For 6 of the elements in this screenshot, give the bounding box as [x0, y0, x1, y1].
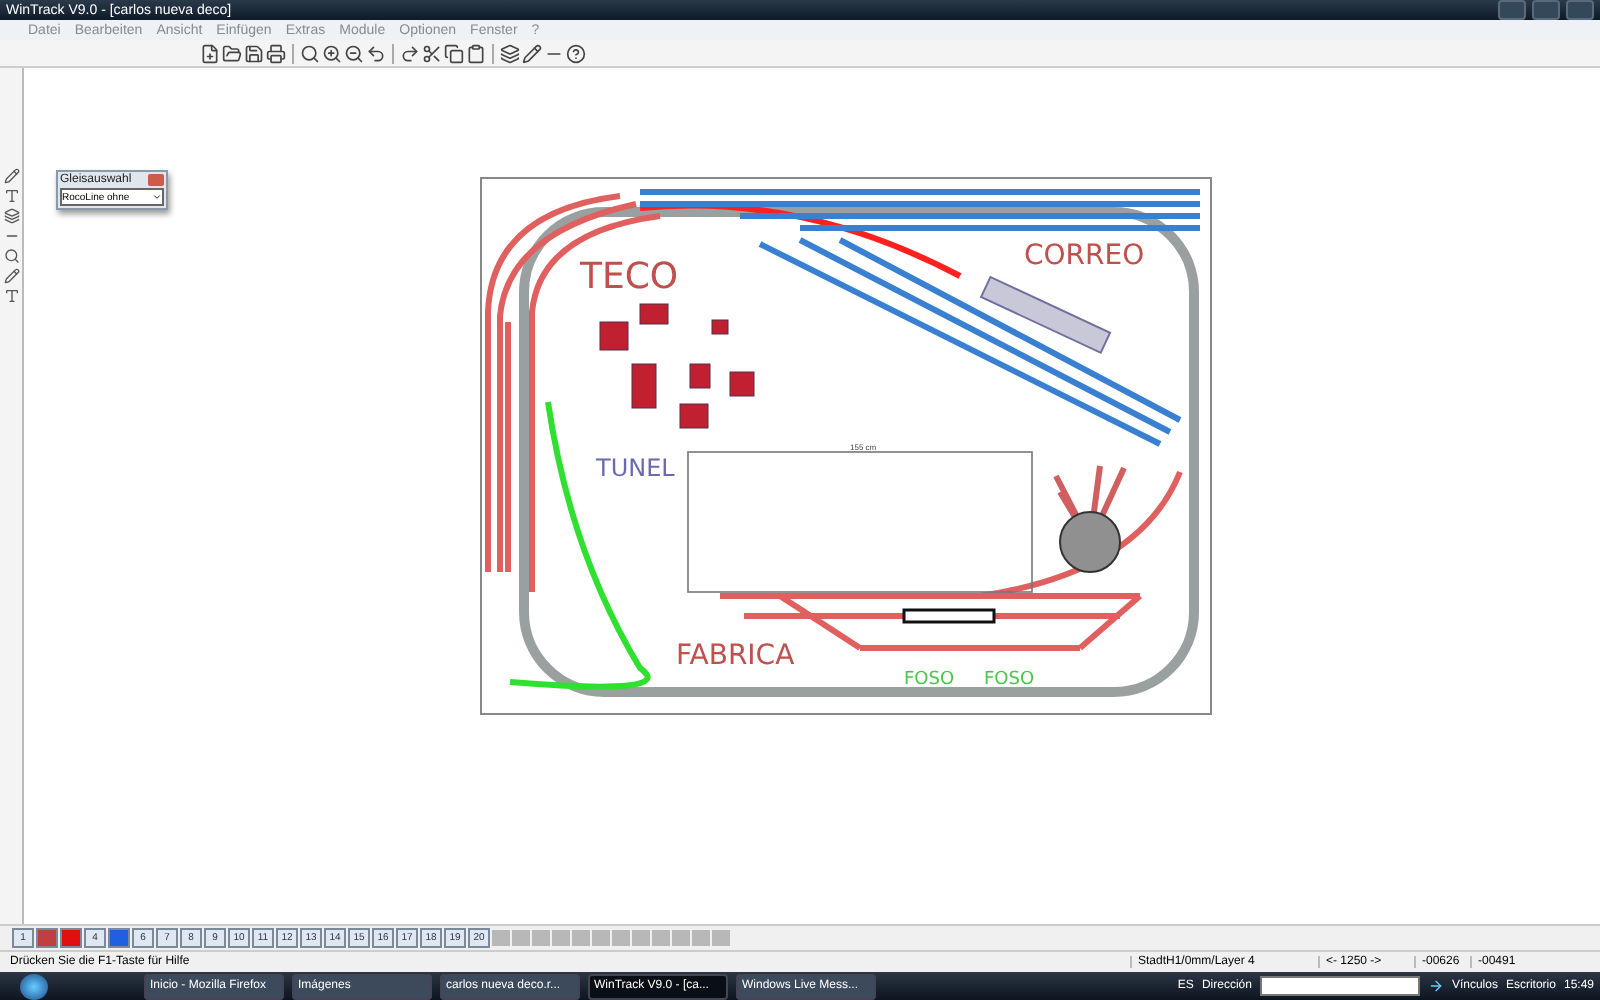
handwritten-label: FOSO [984, 670, 1035, 690]
handwritten-label: FOSO [904, 670, 955, 690]
handwritten-label: CORREO [1024, 240, 1145, 272]
handwritten-label: FABRICA [676, 640, 795, 672]
handwritten-label: TUNEL [596, 454, 675, 482]
handwritten-label: TECO [580, 256, 679, 298]
